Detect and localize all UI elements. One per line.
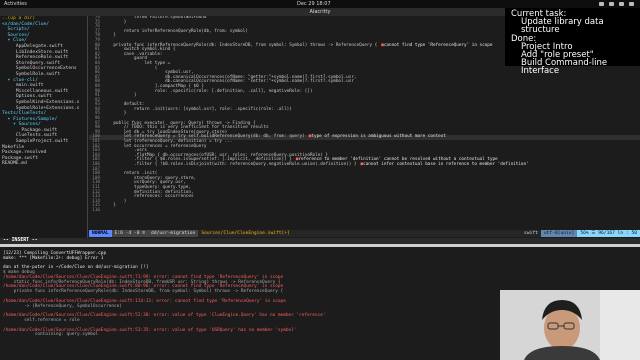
code-text[interactable]: return .init(usrs: [symbol.usr], role: .… — [103, 107, 292, 113]
power-menu-icon — [629, 2, 634, 6]
vim-mode-indicator: NORMAL — [89, 230, 112, 237]
system-tray[interactable] — [599, 0, 634, 8]
tree-file[interactable]: README.md — [2, 161, 87, 167]
code-text[interactable]: } — [103, 20, 127, 26]
current-file-path: Sources/Clue/ClueEngine.swift[+] — [201, 231, 290, 236]
battery-icon — [619, 2, 624, 6]
clock[interactable]: Dec 29 18:07 — [297, 0, 331, 8]
console-line: containing: query.symbol — [3, 332, 99, 338]
inline-error-diagnostic: type of expression is ambiguous without … — [309, 135, 446, 140]
inline-error-diagnostic: cannot infer contextual base in referenc… — [361, 162, 529, 168]
cursor-position: 56% ☰ 96/167 ln : 50 — [577, 230, 640, 237]
build-output-pane[interactable]: [12/23] Compiling ConvertUFFWrapper.cpp m… — [0, 247, 500, 360]
code-line[interactable]: 116 — [89, 207, 640, 214]
file-tree-panel[interactable]: ..(up a dir) <s/dan/Code/Clue/ Scripts/ S… — [0, 16, 88, 238]
filetype-label: swift — [524, 231, 538, 236]
git-branch: dd/usr-migration — [148, 230, 199, 237]
terminal-title: Alacritty — [309, 9, 331, 15]
task-overlay: Current task: Update library data struct… — [505, 8, 640, 76]
editor-statusbar: NORMAL E:6 -4 -0 ≡ dd/usr-migration Sour… — [89, 230, 640, 237]
person-image — [500, 290, 640, 360]
done-task-item: Build Command-line Interface — [521, 58, 608, 77]
code-text[interactable]: } — [103, 204, 116, 209]
code-text[interactable]: } — [103, 93, 137, 99]
line-number: 116 — [92, 207, 100, 213]
network-icon — [599, 2, 604, 6]
inline-error-diagnostic: cannot find type 'ReferenceQuery' in sco… — [381, 43, 493, 49]
encoding-label: utf-8[unix] — [540, 230, 578, 237]
system-top-bar: Activities Dec 29 18:07 — [0, 0, 640, 8]
diagnostics-count: E:6 -4 -0 ≡ — [111, 230, 149, 237]
volume-icon — [609, 2, 614, 6]
code-text[interactable]: return inferReferenceQueryRole(db, from:… — [103, 29, 248, 35]
current-task-item: Update library data structure — [521, 17, 604, 36]
code-text[interactable]: } — [103, 34, 116, 39]
webcam-overlay — [500, 290, 640, 360]
activities-button[interactable]: Activities — [4, 0, 27, 8]
code-text[interactable]: .filter { !$0.roles.isDisjoint(with: ref… — [103, 162, 357, 168]
code-text[interactable]: } — [103, 112, 127, 117]
tree-file[interactable]: SymbolKind+Extensions.s — [2, 100, 87, 106]
